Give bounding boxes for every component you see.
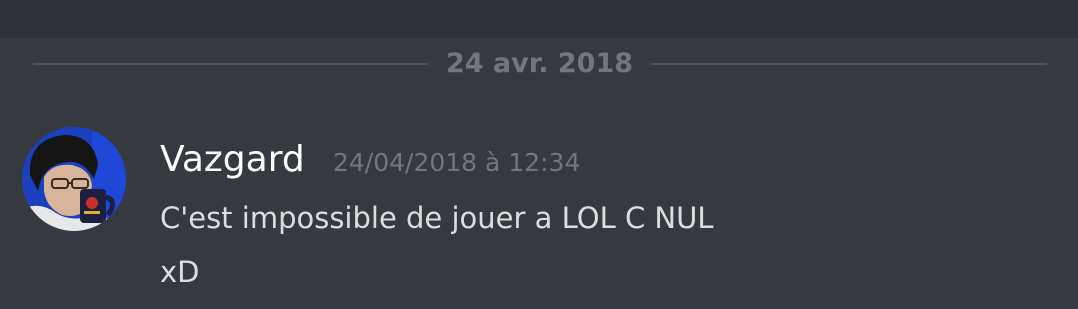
- chat-message[interactable]: Vazgard 24/04/2018 à 12:34 C'est impossi…: [0, 118, 1078, 309]
- message-text-line: xD: [160, 255, 200, 289]
- channel-header-bar: [0, 0, 1078, 38]
- avatar-icon[interactable]: [22, 127, 126, 231]
- message-timestamp: 24/04/2018 à 12:34: [333, 148, 581, 177]
- date-divider: 24 avr. 2018: [0, 38, 1078, 94]
- divider-line-right: [651, 63, 1047, 65]
- message-author[interactable]: Vazgard: [160, 138, 305, 182]
- date-divider-label: 24 avr. 2018: [445, 48, 634, 79]
- divider-line-left: [33, 63, 428, 65]
- message-text-line: C'est impossible de jouer a LOL C NUL: [160, 201, 714, 235]
